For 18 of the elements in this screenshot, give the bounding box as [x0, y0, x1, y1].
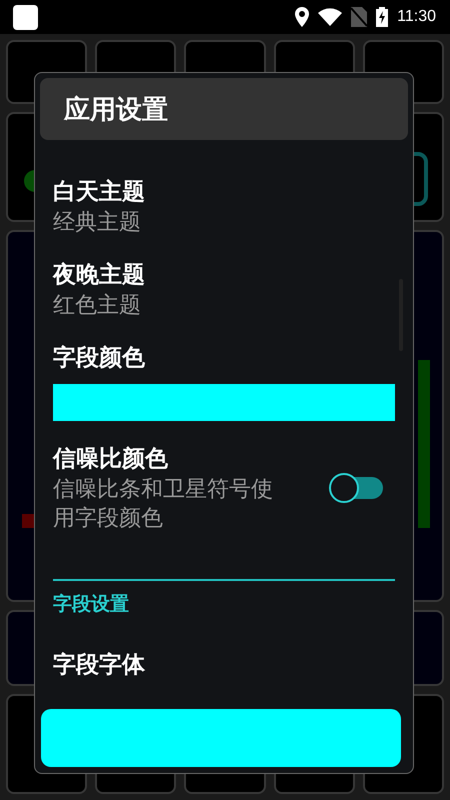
- setting-title[interactable]: 字段颜色: [53, 342, 395, 374]
- no-sim-icon: [351, 7, 368, 27]
- setting-title[interactable]: 夜晚主题: [53, 259, 395, 291]
- setting-summary: 红色主题: [53, 292, 142, 320]
- location-icon: [295, 7, 310, 27]
- app-icon: [13, 4, 38, 30]
- battery-charging-icon: [376, 7, 388, 27]
- clock-time: 11:30: [397, 8, 436, 26]
- setting-title[interactable]: 白天主题: [53, 176, 395, 208]
- setting-title[interactable]: 信噪比颜色: [53, 443, 285, 475]
- setting-title[interactable]: 字段字体: [53, 649, 395, 681]
- color-swatch[interactable]: [53, 384, 395, 421]
- dialog-button[interactable]: [41, 709, 401, 767]
- dialog-title: 应用设置: [64, 94, 168, 126]
- wifi-icon: [318, 8, 342, 26]
- setting-summary: 信噪比条和卫星符号使用字段颜色: [53, 476, 274, 533]
- section-heading: 字段设置: [53, 593, 129, 615]
- setting-summary: 经典主题: [53, 209, 142, 237]
